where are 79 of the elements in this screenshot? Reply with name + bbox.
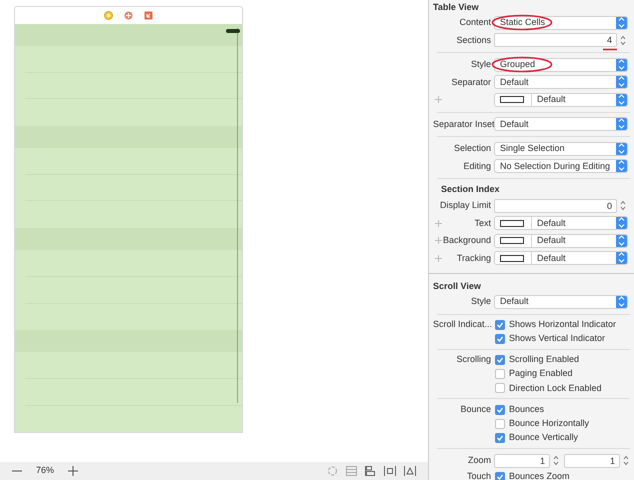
plus-icon[interactable] bbox=[435, 220, 442, 227]
popup-arrows-icon bbox=[616, 252, 627, 264]
checkbox[interactable] bbox=[495, 418, 505, 429]
field-label: Style bbox=[470, 296, 491, 306]
checkbox-label: Scrolling Enabled bbox=[509, 353, 580, 366]
plus-icon[interactable] bbox=[435, 254, 442, 262]
checkbox-label: Bounce Horizontally bbox=[509, 416, 590, 430]
stepper-arrows-icon[interactable] bbox=[552, 454, 560, 468]
field-label: Separator bbox=[451, 76, 491, 86]
zoom-in-icon[interactable] bbox=[68, 466, 78, 476]
popup-arrows-icon bbox=[616, 76, 627, 88]
number-field[interactable]: 0 bbox=[494, 198, 617, 213]
checkbox-label: Direction Lock Enabled bbox=[509, 382, 602, 395]
checkbox-label: Bounces Zoom bbox=[509, 470, 570, 480]
field-label: Tracking bbox=[456, 252, 491, 262]
popup-arrows-icon bbox=[616, 160, 627, 172]
popup-arrows-icon bbox=[616, 234, 627, 247]
field-label: Sections bbox=[456, 34, 491, 44]
stepper-arrows-icon[interactable] bbox=[619, 199, 627, 212]
field-label: Text bbox=[474, 218, 491, 228]
field-label: Display Limit bbox=[440, 200, 491, 210]
checkbox[interactable] bbox=[495, 432, 505, 443]
checkbox-label: Paging Enabled bbox=[509, 367, 573, 380]
zoom-level: 76% bbox=[36, 464, 54, 478]
popup-arrows-icon bbox=[616, 118, 627, 130]
circle-icon[interactable] bbox=[104, 11, 113, 20]
stepper-arrows-icon[interactable] bbox=[619, 34, 627, 47]
field-label: Scrolling bbox=[456, 354, 491, 364]
popup-arrows-icon bbox=[616, 16, 627, 29]
field-label: Selection bbox=[454, 143, 491, 153]
popup-button[interactable]: No Selection During Editing bbox=[494, 159, 628, 174]
popup-button[interactable]: Static Cells bbox=[494, 16, 628, 30]
field-label: Background bbox=[442, 235, 491, 245]
field-label: Scroll Indicat... bbox=[433, 318, 492, 329]
popup-button[interactable]: Single Selection bbox=[494, 142, 628, 156]
field-label: Touch bbox=[466, 470, 491, 480]
align-icon[interactable] bbox=[365, 466, 376, 476]
checkbox[interactable] bbox=[495, 320, 505, 330]
checkbox[interactable] bbox=[495, 334, 505, 344]
popup-arrows-icon bbox=[616, 94, 627, 106]
color-popup[interactable]: Default bbox=[494, 216, 628, 230]
popup-arrows-icon bbox=[616, 296, 627, 308]
field-label: Separator Inset bbox=[433, 118, 495, 128]
field-label: Zoom bbox=[468, 455, 491, 465]
color-popup[interactable]: Default bbox=[494, 92, 628, 107]
popup-button[interactable]: Default bbox=[494, 117, 628, 132]
color-popup[interactable]: Default bbox=[494, 234, 628, 248]
section-title: Table View bbox=[433, 1, 480, 14]
field-label: Bounce bbox=[460, 404, 491, 414]
number-field[interactable]: 1 bbox=[564, 454, 620, 468]
pin-icon[interactable] bbox=[384, 466, 396, 476]
stepper-arrows-icon[interactable] bbox=[622, 454, 630, 468]
checkbox[interactable] bbox=[495, 369, 505, 380]
panel-icon[interactable] bbox=[346, 466, 357, 476]
checkbox-label: Shows Vertical Indicator bbox=[509, 332, 606, 346]
checkbox-label: Bounces bbox=[509, 402, 544, 416]
number-field[interactable]: 4 bbox=[494, 33, 617, 48]
checkbox-label: Shows Horizontal Indicator bbox=[509, 318, 616, 331]
color-popup[interactable]: Default bbox=[494, 251, 628, 266]
plus-icon[interactable] bbox=[435, 237, 442, 244]
field-label: Style bbox=[470, 59, 491, 69]
checkbox[interactable] bbox=[495, 354, 505, 365]
popup-arrows-icon bbox=[616, 142, 627, 155]
field-label: Editing bbox=[463, 160, 491, 170]
section-title: Scroll View bbox=[433, 280, 482, 293]
number-field[interactable]: 1 bbox=[494, 454, 550, 468]
popup-button[interactable]: Default bbox=[494, 294, 628, 309]
field-label: Content bbox=[459, 17, 491, 27]
popup-arrows-icon bbox=[616, 58, 627, 71]
plus-icon[interactable] bbox=[435, 96, 442, 104]
popup-button[interactable]: Grouped bbox=[494, 58, 628, 72]
section-subtitle: Section Index bbox=[440, 183, 501, 196]
popup-arrows-icon bbox=[616, 217, 627, 230]
checkbox[interactable] bbox=[495, 383, 505, 394]
checkbox-label: Bounce Vertically bbox=[509, 431, 578, 444]
checkbox[interactable] bbox=[495, 472, 505, 480]
checkbox[interactable] bbox=[495, 404, 505, 415]
exit-icon[interactable] bbox=[144, 11, 153, 20]
popup-button[interactable]: Default bbox=[494, 75, 628, 90]
